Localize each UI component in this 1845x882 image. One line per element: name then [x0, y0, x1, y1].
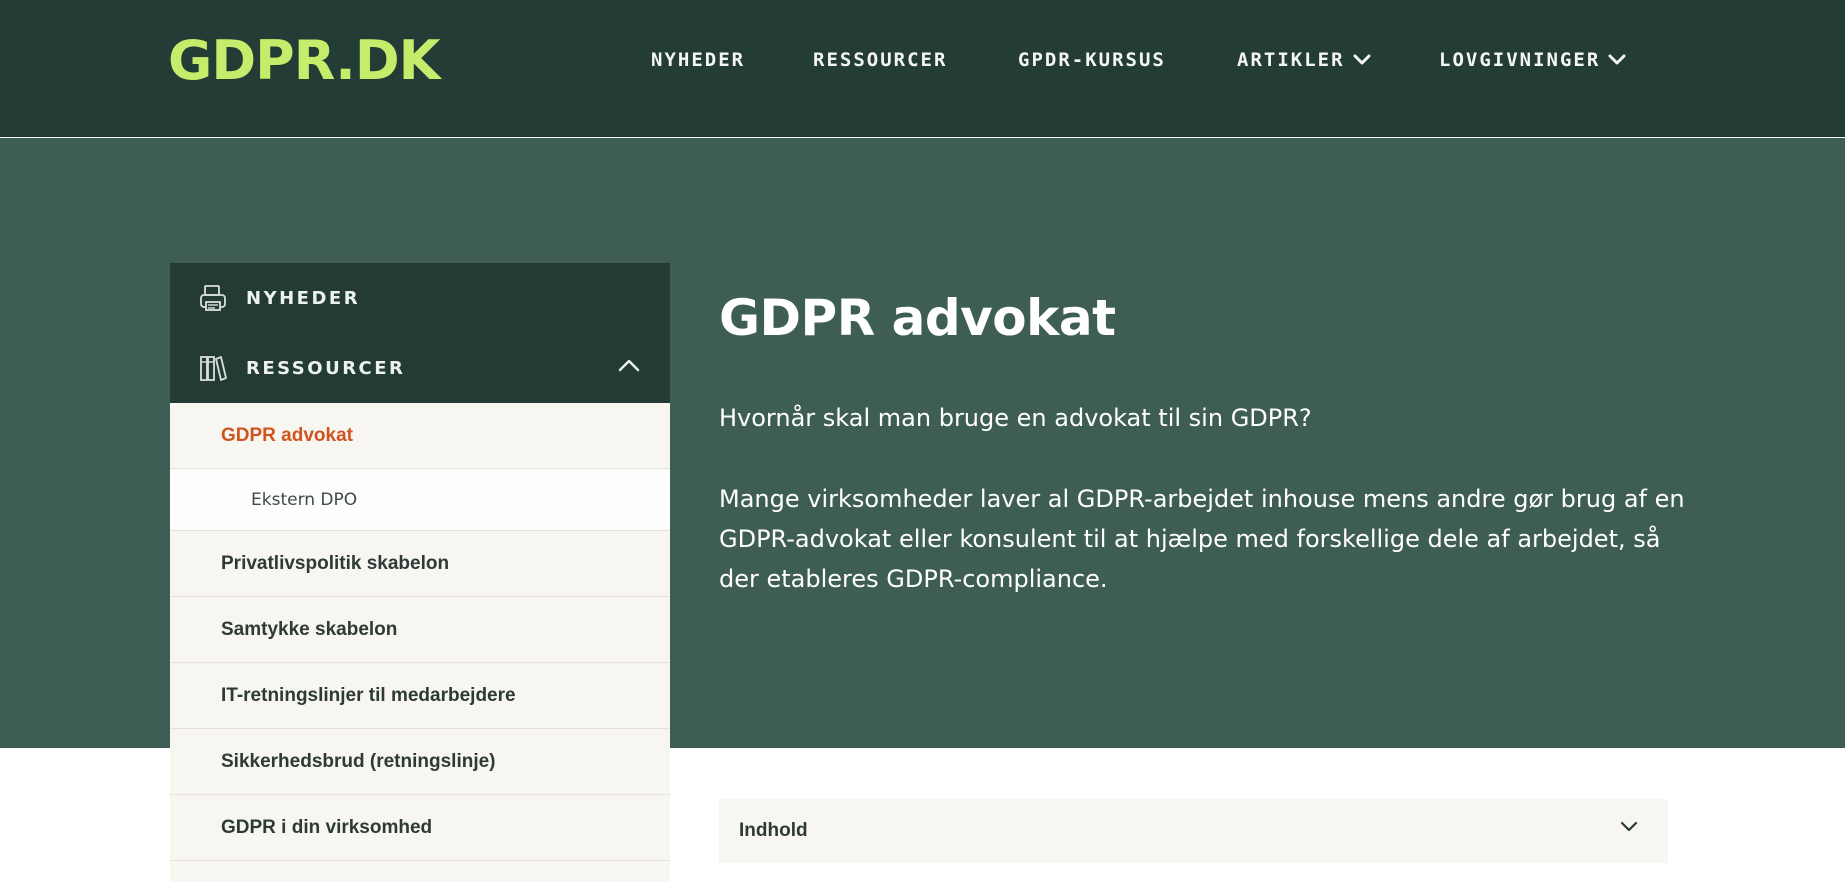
table-of-contents-toggle[interactable]: Indhold	[719, 799, 1668, 863]
sidebar-item-label: RESSOURCER	[246, 357, 406, 379]
books-icon	[200, 356, 227, 381]
nav-item-artikler[interactable]: ARTIKLER	[1237, 48, 1371, 72]
nav-label: RESSOURCER	[813, 49, 948, 71]
intro-question: Hvornår skal man bruge en advokat til si…	[719, 404, 1312, 432]
nav-item-ressourcer[interactable]: RESSOURCER	[813, 48, 947, 72]
sidebar-link-ekstern-dpo[interactable]: Ekstern DPO	[170, 469, 670, 531]
chevron-down-icon	[1620, 821, 1638, 832]
printer-icon	[200, 285, 226, 311]
nav-label: NYHEDER	[651, 49, 746, 71]
chevron-up-icon[interactable]	[618, 358, 640, 372]
chevron-down-icon	[1353, 54, 1371, 65]
sidebar-link-label: Samtykke skabelon	[221, 618, 398, 640]
sidebar-link-privatlivspolitik[interactable]: Privatlivspolitik skabelon	[170, 531, 670, 597]
sidebar-link-gdpr-advokat[interactable]: GDPR advokat	[170, 403, 670, 469]
page-title: GDPR advokat	[719, 289, 1116, 347]
sidebar-link-label: IT-retningslinjer til medarbejdere	[221, 684, 516, 706]
sidebar-item-nyheder[interactable]: NYHEDER	[170, 263, 670, 333]
sidebar-link-label: GDPR advokat	[221, 424, 353, 446]
site-header: GDPR.DK NYHEDER RESSOURCER GPDR-KURSUS A…	[0, 0, 1845, 137]
sidebar-link-label: Privatlivspolitik skabelon	[221, 552, 450, 574]
toc-label: Indhold	[739, 820, 808, 841]
nav-item-gpdr-kursus[interactable]: GPDR-KURSUS	[1018, 48, 1166, 72]
nav-label: LOVGIVNINGER	[1439, 49, 1601, 71]
sidebar-link-more[interactable]	[170, 861, 670, 882]
nav-label: ARTIKLER	[1237, 49, 1345, 71]
sidebar-submenu: GDPR advokat Ekstern DPO Privatlivspolit…	[170, 403, 670, 882]
chevron-down-icon	[1608, 54, 1626, 65]
sidebar-link-sikkerhedsbrud[interactable]: Sikkerhedsbrud (retningslinje)	[170, 729, 670, 795]
sidebar-link-label: Ekstern DPO	[251, 489, 358, 510]
sidebar-item-label: NYHEDER	[246, 287, 361, 309]
main-nav: NYHEDER RESSOURCER GPDR-KURSUS ARTIKLER …	[0, 48, 1845, 72]
nav-item-lovgivninger[interactable]: LOVGIVNINGER	[1439, 48, 1626, 72]
paragraph-line: Mange virksomheder laver al GDPR-arbejde…	[719, 485, 1685, 513]
sidebar-link-it-retningslinjer[interactable]: IT-retningslinjer til medarbejdere	[170, 663, 670, 729]
intro-paragraph: Mange virksomheder laver al GDPR-arbejde…	[719, 479, 1719, 599]
nav-label: GPDR-KURSUS	[1018, 49, 1166, 71]
nav-item-nyheder[interactable]: NYHEDER	[651, 48, 745, 72]
sidebar: NYHEDER RESSOURCER GDPR advokat Ekstern …	[170, 263, 670, 882]
paragraph-line: GDPR-advokat eller konsulent til at hjæl…	[719, 525, 1661, 553]
paragraph-line: der etableres GDPR-compliance.	[719, 565, 1108, 593]
sidebar-link-label: GDPR i din virksomhed	[221, 816, 433, 838]
sidebar-link-label: Sikkerhedsbrud (retningslinje)	[221, 750, 496, 772]
sidebar-link-samtykke[interactable]: Samtykke skabelon	[170, 597, 670, 663]
sidebar-header: NYHEDER RESSOURCER	[170, 263, 670, 403]
sidebar-item-ressourcer[interactable]: RESSOURCER	[170, 333, 670, 403]
sidebar-link-gdpr-i-din-virksomhed[interactable]: GDPR i din virksomhed	[170, 795, 670, 861]
